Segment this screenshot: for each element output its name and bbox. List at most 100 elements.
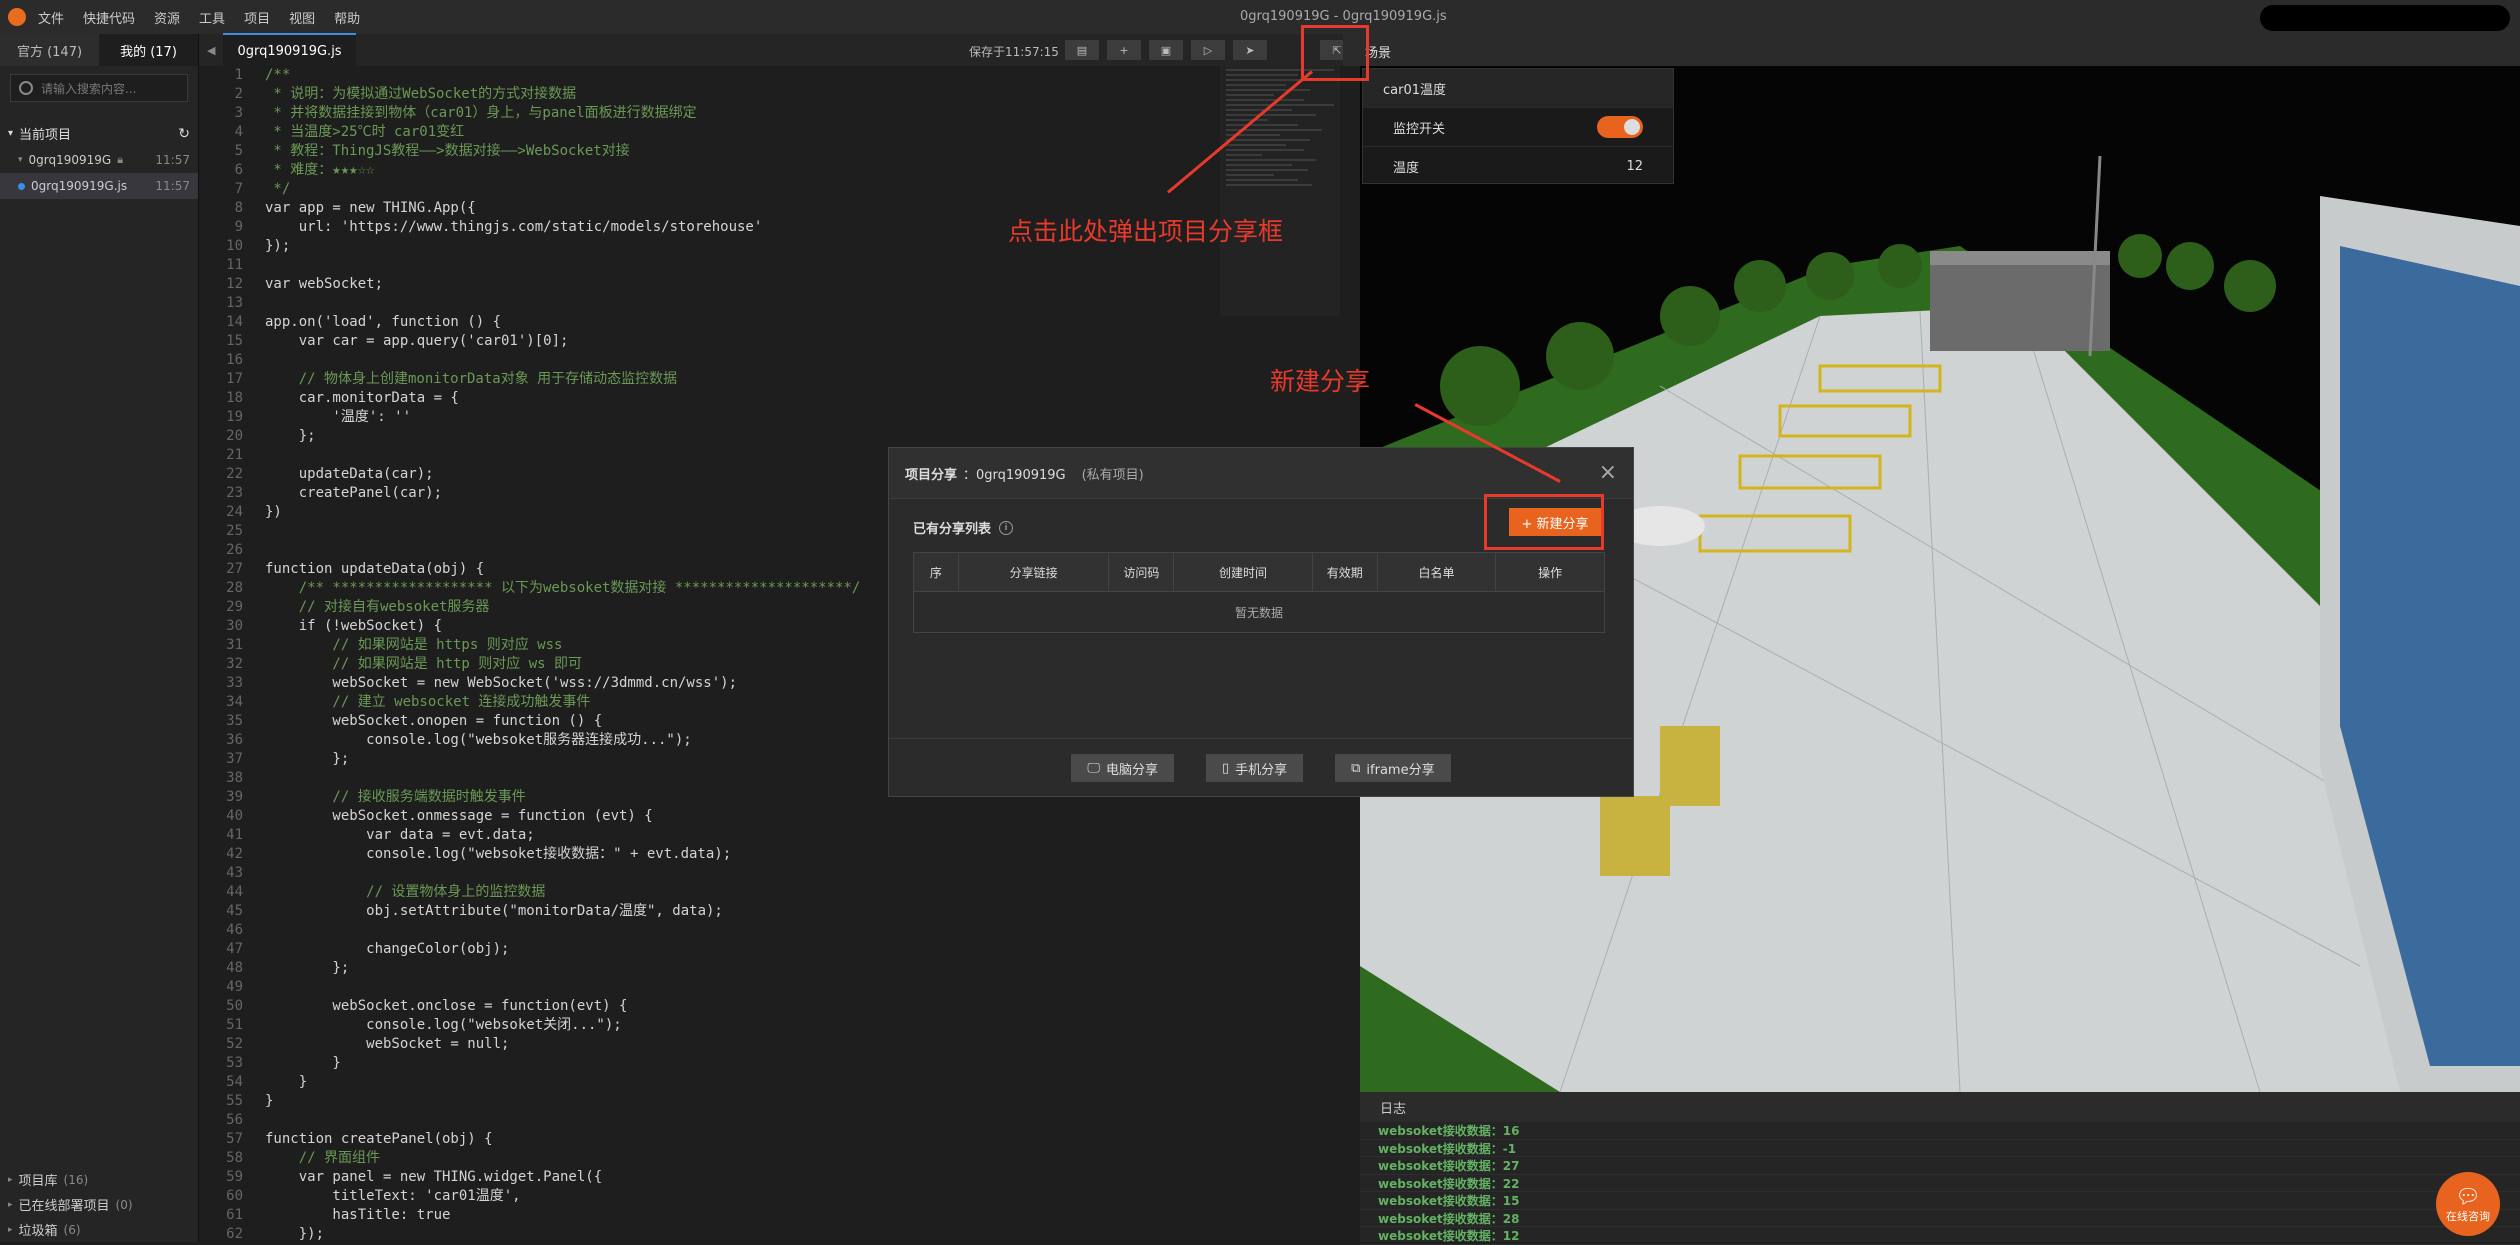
menu-file[interactable]: 文件	[38, 8, 64, 27]
code-line[interactable]: 4 * 当温度>25℃时 car01变红	[199, 123, 1343, 142]
format-button[interactable]: ▤	[1065, 40, 1099, 60]
code-line[interactable]: 40 webSocket.onmessage = function (evt) …	[199, 807, 1343, 826]
log-line: websoket接收数据：22	[1360, 1175, 2520, 1192]
menu-view[interactable]: 视图	[289, 8, 315, 27]
current-project-header[interactable]: ▾ 当前项目 ↻	[0, 110, 198, 147]
code-line[interactable]: 17 // 物体身上创建monitorData对象 用于存储动态监控数据	[199, 370, 1343, 389]
code-line[interactable]: 57 function createPanel(obj) {	[199, 1130, 1343, 1149]
save-button[interactable]: ▣	[1149, 40, 1183, 60]
code-line[interactable]: 5 * 教程：ThingJS教程——>数据对接——>WebSocket对接	[199, 142, 1343, 161]
line-number: 61	[226, 1207, 243, 1223]
menu-tools[interactable]: 工具	[199, 8, 225, 27]
code-line[interactable]: 55}	[199, 1092, 1343, 1111]
line-number: 49	[226, 979, 243, 995]
tree-item-file[interactable]: 0grq190919G.js 11:57	[0, 173, 198, 199]
online-chat-button[interactable]: 💬︎ 在线咨询	[2436, 1172, 2500, 1236]
menu-project[interactable]: 项目	[244, 8, 270, 27]
code-line[interactable]: 14 app.on('load', function () {	[199, 313, 1343, 332]
line-number: 24	[226, 504, 243, 520]
line-number: 4	[234, 124, 243, 140]
code-line[interactable]: 50 webSocket.onclose = function(evt) {	[199, 997, 1343, 1016]
line-number: 10	[226, 238, 243, 254]
code-line[interactable]: 54 }	[199, 1073, 1343, 1092]
code-text: }	[265, 1093, 274, 1109]
refresh-icon[interactable]: ↻	[178, 126, 190, 142]
code-line[interactable]: 18 car.monitorData = {	[199, 389, 1343, 408]
annotation-share-hint: 点击此处弹出项目分享框	[1008, 217, 1284, 246]
code-line[interactable]: 56	[199, 1111, 1343, 1130]
code-line[interactable]: 46	[199, 921, 1343, 940]
code-line[interactable]: 2 * 说明：为模拟通过WebSocket的方式对接数据	[199, 85, 1343, 104]
code-line[interactable]: 61 hasTitle: true	[199, 1206, 1343, 1225]
code-text: '温度': ''	[265, 409, 412, 425]
code-text: };	[265, 960, 350, 976]
code-line[interactable]: 19 '温度': ''	[199, 408, 1343, 427]
iframe-share-label: iframe分享	[1366, 762, 1435, 778]
chat-icon: 💬︎	[2455, 1184, 2481, 1208]
minimap[interactable]	[1220, 66, 1340, 316]
line-number: 35	[226, 713, 243, 729]
scene-tab-bar: 场景	[1343, 34, 2520, 66]
line-number: 62	[226, 1226, 243, 1242]
code-line[interactable]: 60 titleText: 'car01温度',	[199, 1187, 1343, 1206]
code-line[interactable]: 62 });	[199, 1225, 1343, 1244]
monitor-toggle[interactable]	[1597, 116, 1643, 138]
add-button[interactable]: +	[1107, 40, 1141, 60]
section-deployed[interactable]: ▸ 已在线部署项目 (0)	[0, 1192, 198, 1217]
tab-official[interactable]: 官方 (147)	[0, 34, 99, 66]
menu-help[interactable]: 帮助	[334, 8, 360, 27]
tree-item-project[interactable]: ▾ 0grq190919G 🔒︎ 11:57	[0, 147, 198, 173]
code-line[interactable]: 44 // 设置物体身上的监控数据	[199, 883, 1343, 902]
code-line[interactable]: 48 };	[199, 959, 1343, 978]
publish-button[interactable]: ➤	[1233, 40, 1267, 60]
line-number: 21	[226, 447, 243, 463]
close-icon[interactable]: ×	[1599, 460, 1617, 485]
code-line[interactable]: 45 obj.setAttribute("monitorData/温度", da…	[199, 902, 1343, 921]
collapse-icon: ▸	[8, 1224, 13, 1235]
iframe-share-button[interactable]: ⧉ iframe分享	[1335, 754, 1451, 782]
log-tab[interactable]: 日志	[1380, 1098, 1406, 1117]
code-line[interactable]: 49	[199, 978, 1343, 997]
code-line[interactable]: 1 /**	[199, 66, 1343, 85]
code-line[interactable]: 13	[199, 294, 1343, 313]
tab-mine[interactable]: 我的 (17)	[99, 34, 198, 66]
line-number: 50	[226, 998, 243, 1014]
code-line[interactable]: 47 changeColor(obj);	[199, 940, 1343, 959]
tree-item-time: 11:57	[155, 153, 190, 167]
line-number: 16	[226, 352, 243, 368]
collapse-icon: ▾	[8, 128, 14, 139]
code-line[interactable]: 15 var car = app.query('car01')[0];	[199, 332, 1343, 351]
code-line[interactable]: 58 // 界面组件	[199, 1149, 1343, 1168]
code-line[interactable]: 51 console.log("websoket关闭...");	[199, 1016, 1343, 1035]
section-label: 垃圾箱	[18, 1224, 58, 1239]
info-icon[interactable]: i	[999, 520, 1014, 535]
code-line[interactable]: 41 var data = evt.data;	[199, 826, 1343, 845]
section-project-library[interactable]: ▸ 项目库 (16)	[0, 1167, 198, 1192]
code-line[interactable]: 6 * 难度：★★★☆☆	[199, 161, 1343, 180]
line-number: 30	[226, 618, 243, 634]
code-line[interactable]: 59 var panel = new THING.widget.Panel({	[199, 1168, 1343, 1187]
search-input[interactable]: 请输入搜索内容...	[10, 74, 188, 102]
menu-resources[interactable]: 资源	[154, 8, 180, 27]
menu-snippets[interactable]: 快捷代码	[83, 8, 135, 27]
code-line[interactable]: 11	[199, 256, 1343, 275]
code-line[interactable]: 20 };	[199, 427, 1343, 446]
code-line[interactable]: 42 console.log("websoket接收数据：" + evt.dat…	[199, 845, 1343, 864]
dialog-project-name: ：0grq190919G	[963, 467, 1066, 483]
run-button[interactable]: ▷	[1191, 40, 1225, 60]
code-text: webSocket.onopen = function () {	[265, 713, 603, 729]
mobile-share-button[interactable]: ▯ 手机分享	[1205, 754, 1304, 782]
code-line[interactable]: 12 var webSocket;	[199, 275, 1343, 294]
editor-tab-file[interactable]: 0grq190919G.js	[223, 33, 356, 67]
code-line[interactable]: 52 webSocket = null;	[199, 1035, 1343, 1054]
pc-share-button[interactable]: 🖵︎ 电脑分享	[1071, 754, 1174, 782]
code-line[interactable]: 53 }	[199, 1054, 1343, 1073]
mobile-share-label: 手机分享	[1235, 762, 1288, 778]
temperature-label: 温度	[1393, 160, 1420, 176]
section-trash[interactable]: ▸ 垃圾箱 (6)	[0, 1217, 198, 1242]
line-number: 60	[226, 1188, 243, 1204]
code-line[interactable]: 43	[199, 864, 1343, 883]
tabs-left-arrow-icon[interactable]: ◀	[199, 44, 223, 57]
code-line[interactable]: 3 * 并将数据挂接到物体（car01）身上，与panel面板进行数据绑定	[199, 104, 1343, 123]
code-line[interactable]: 16	[199, 351, 1343, 370]
